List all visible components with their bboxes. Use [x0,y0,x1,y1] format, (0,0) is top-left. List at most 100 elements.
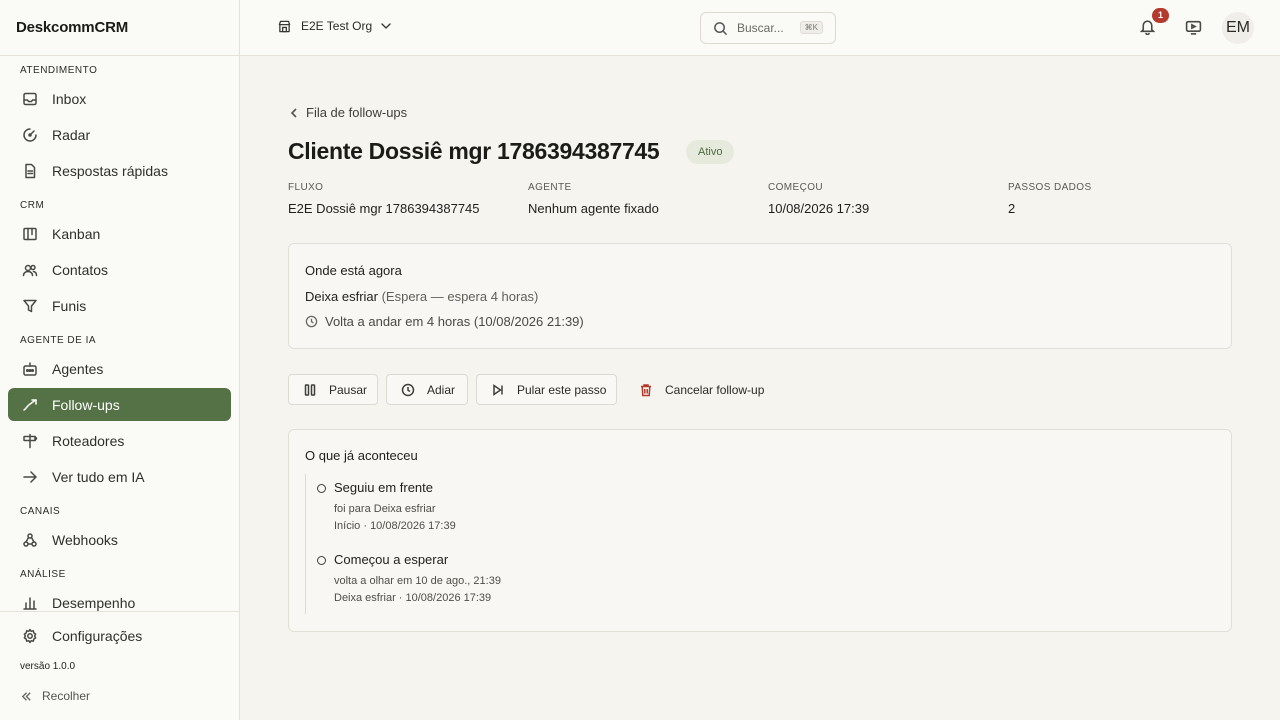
meta-value-comecou: 10/08/2026 17:39 [768,201,870,216]
collapse-label: Recolher [42,689,91,703]
search-input[interactable]: Buscar... ⌘K [700,12,836,44]
meta-label-comecou: COMEÇOU [768,182,824,193]
back-link-label: Fila de follow-ups [306,105,408,120]
chevron-down-icon [381,23,391,29]
sidebar-item-inbox[interactable]: Inbox [8,82,231,115]
sidebar-item-label: Inbox [52,90,87,107]
meta-label-passos: PASSOS DADOS [1008,182,1092,193]
sidebar-item-contatos[interactable]: Contatos [8,253,231,286]
inbox-icon [22,91,38,107]
sidebar-item-respostas-rapidas[interactable]: Respostas rápidas [8,154,231,187]
monitor-play-icon [1185,20,1202,35]
sidebar-item-agentes[interactable]: Agentes [8,352,231,385]
sidebar-item-desempenho[interactable]: Desempenho [8,586,231,611]
sidebar-item-label: Funis [52,297,87,314]
meta-value-agente: Nenhum agente fixado [528,201,659,216]
sidebar-item-ver-tudo-ia[interactable]: Ver tudo em IA [8,460,231,493]
history-timeline: Seguiu em frente foi para Deixa esfriar … [305,474,1205,614]
current-state-card: Onde está agora Deixa esfriar (Espera — … [288,243,1232,349]
kanban-icon [22,226,38,242]
resume-text: Volta a andar em 4 horas (10/08/2026 21:… [325,314,584,329]
sidebar-item-label: Contatos [52,261,109,278]
sidebar-item-funis[interactable]: Funis [8,289,231,322]
collapse-sidebar-button[interactable]: Recolher [20,689,90,703]
chevron-left-icon [290,107,297,118]
back-link[interactable]: Fila de follow-ups [288,105,407,120]
radar-icon [22,127,38,143]
timeline-dot [317,556,326,565]
cancel-label: Cancelar follow-up [665,382,765,397]
card-title: Onde está agora [305,263,402,278]
signpost-icon [22,433,38,449]
sidebar-item-kanban[interactable]: Kanban [8,217,231,250]
sidebar-nav: ATENDIMENTO Inbox Radar Respostas rápida… [0,56,240,611]
sidebar-item-roteadores[interactable]: Roteadores [8,424,231,457]
event-detail: volta a olhar em 10 de ago., 21:39 [334,575,501,587]
contacts-icon [22,262,38,278]
event-detail: foi para Deixa esfriar [334,503,436,515]
robot-icon [22,361,38,377]
history-card: O que já aconteceu Seguiu em frente foi … [288,429,1232,632]
current-step: Deixa esfriar (Espera — espera 4 horas) [305,289,538,304]
current-step-name: Deixa esfriar [305,289,378,304]
screen-button[interactable] [1185,19,1202,41]
sidebar-item-follow-ups[interactable]: Follow-ups [8,388,231,421]
notification-badge: 1 [1152,8,1169,23]
sidebar-divider [0,611,240,612]
event-meta: Início · 10/08/2026 17:39 [334,520,456,532]
sidebar-item-label: Webhooks [52,531,118,548]
search-shortcut: ⌘K [799,21,823,34]
sidebar-item-label: Configurações [52,627,143,644]
sidebar-item-label: Respostas rápidas [52,162,168,179]
status-badge: Ativo [686,140,735,164]
top-header: E2E Test Org Buscar... ⌘K 1 EM [240,0,1280,56]
postpone-button[interactable]: Adiar [386,374,468,405]
skip-step-button[interactable]: Pular este passo [476,374,617,405]
meta-value-passos: 2 [1008,201,1016,216]
sidebar-item-label: Agentes [52,360,104,377]
section-label-crm: CRM [20,200,45,211]
search-placeholder: Buscar... [737,21,784,35]
pause-icon [304,383,316,396]
postpone-label: Adiar [427,382,456,397]
webhook-icon [22,532,38,548]
org-name: E2E Test Org [301,19,373,33]
meta-label-fluxo: FLUXO [288,182,324,193]
app-version: versão 1.0.0 [20,661,76,672]
event-title: Começou a esperar [334,552,449,567]
search-icon [714,21,728,35]
arrow-right-icon [22,469,38,485]
resume-info: Volta a andar em 4 horas (10/08/2026 21:… [305,314,584,329]
pause-label: Pausar [329,382,368,397]
timeline-line [305,474,306,614]
sidebar-item-label: Follow-ups [52,396,120,413]
card-title: O que já aconteceu [305,448,418,463]
timeline-dot [317,484,326,493]
sidebar-item-label: Ver tudo em IA [52,468,145,485]
event-meta: Deixa esfriar · 10/08/2026 17:39 [334,592,492,604]
sidebar-item-configuracoes[interactable]: Configurações [8,619,231,652]
sidebar-item-label: Radar [52,126,91,143]
skip-label: Pular este passo [517,382,607,397]
sidebar-item-webhooks[interactable]: Webhooks [8,523,231,556]
avatar[interactable]: EM [1222,12,1254,44]
bar-chart-icon [22,595,38,611]
funnel-icon [22,298,38,314]
document-icon [22,163,38,179]
section-label-agente-ia: AGENTE DE IA [20,335,97,346]
current-step-detail: (Espera — espera 4 horas) [381,289,539,304]
sidebar-item-label: Roteadores [52,432,125,449]
clock-icon [401,383,415,396]
sidebar-item-label: Kanban [52,225,101,242]
page-title: Cliente Dossiê mgr 1786394387745 [288,138,660,164]
section-label-canais: CANAIS [20,506,61,517]
gear-icon [22,628,38,644]
cancel-follow-up-button[interactable]: Cancelar follow-up [639,374,764,405]
sidebar: DeskcommCRM ATENDIMENTO Inbox Radar Resp… [0,0,240,720]
skip-forward-icon [493,383,503,396]
org-switcher[interactable]: E2E Test Org [278,19,392,33]
event-title: Seguiu em frente [334,480,434,495]
section-label-analise: ANÁLISE [20,569,66,580]
sidebar-item-radar[interactable]: Radar [8,118,231,151]
pause-button[interactable]: Pausar [288,374,378,405]
